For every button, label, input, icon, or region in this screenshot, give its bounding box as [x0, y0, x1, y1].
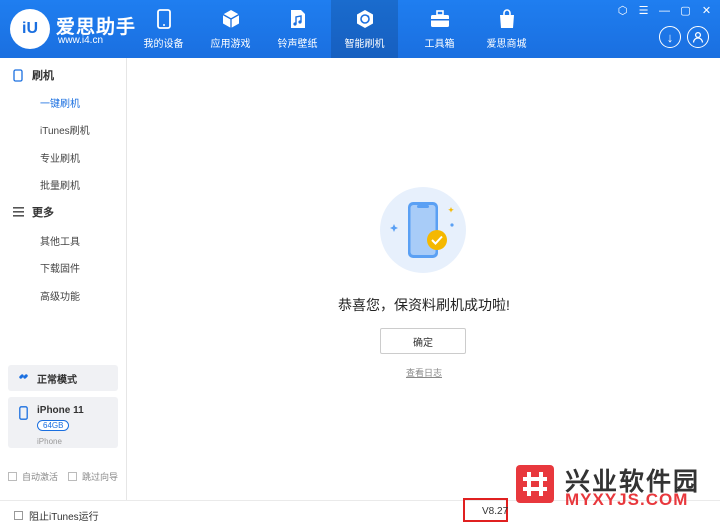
phone-outline-icon: [12, 68, 24, 82]
nav-label: 爱思商城: [486, 39, 527, 50]
brand-url: www.i4.cn: [58, 35, 104, 46]
watermark-subtitle: MYXYJS.COM: [565, 490, 689, 509]
shopping-bag-icon: [496, 8, 518, 30]
device-mode: 正常模式: [8, 365, 118, 391]
device-type: iPhone: [37, 437, 62, 446]
nav-my-device[interactable]: 我的设备: [130, 0, 197, 58]
phone-icon: [153, 8, 175, 30]
nav-label: 我的设备: [143, 39, 184, 50]
sidebar-section-label: 更多: [32, 207, 54, 219]
checkbox-box: [68, 472, 77, 481]
user-icon[interactable]: [687, 26, 709, 48]
success-message: 恭喜您，保资料刷机成功啦!: [338, 297, 510, 313]
nav-label: 应用游戏: [210, 39, 251, 50]
watermark: 兴业软件园 MYXYJS.COM: [512, 462, 720, 510]
nav-label: 智能刷机: [344, 39, 385, 50]
minimize-icon[interactable]: —: [657, 4, 672, 19]
nav-store[interactable]: 爱思商城: [473, 0, 540, 58]
main-nav: 我的设备 应用游戏 铃声壁纸 智能刷机 工具箱 爱思商城: [130, 0, 540, 58]
storage-badge: 64GB: [37, 420, 70, 431]
device-name: iPhone 11: [37, 405, 84, 416]
phone-check-icon: [390, 202, 454, 258]
toolbox-icon: [429, 8, 451, 30]
window-controls: ⬡ ☰ — ▢ ✕: [615, 4, 714, 19]
success-illustration: [380, 187, 466, 273]
checkbox-label: 跳过向导: [82, 472, 119, 482]
download-icon[interactable]: ↓: [659, 26, 681, 48]
auto-activate-checkbox[interactable]: 自动激活: [8, 470, 58, 483]
sidebar-item-itunes-flash[interactable]: iTunes刷机: [40, 122, 90, 137]
skin-icon[interactable]: ⬡: [615, 4, 630, 19]
cube-icon: [220, 8, 242, 30]
version-label: V8.27: [463, 498, 508, 522]
sidebar-item-batch-flash[interactable]: 批量刷机: [40, 177, 80, 192]
skip-guide-checkbox[interactable]: 跳过向导: [68, 470, 118, 483]
maximize-icon[interactable]: ▢: [678, 4, 693, 19]
close-icon[interactable]: ✕: [699, 4, 714, 19]
music-file-icon: [287, 8, 309, 30]
sidebar-item-advanced[interactable]: 高级功能: [40, 288, 80, 303]
main-panel: [128, 58, 720, 524]
sidebar-section-more[interactable]: 更多: [12, 204, 54, 220]
sidebar-section-flash[interactable]: 刷机: [12, 67, 54, 83]
device-card[interactable]: iPhone 11 64GB iPhone: [8, 397, 118, 448]
sidebar-item-pro-flash[interactable]: 专业刷机: [40, 150, 80, 165]
sidebar: 刷机 一键刷机 iTunes刷机 专业刷机 批量刷机 更多 其他工具 下载固件 …: [0, 58, 127, 524]
nav-label: 工具箱: [424, 39, 455, 50]
nav-apps-games[interactable]: 应用游戏: [197, 0, 264, 58]
checkbox-box: [14, 511, 23, 520]
checkbox-label: 阻止iTunes运行: [29, 512, 99, 523]
app-logo-icon: iU: [10, 9, 50, 49]
link-icon: [18, 371, 29, 385]
menu-lines-icon: [12, 206, 24, 218]
hash-logo-icon: [516, 465, 554, 503]
nav-ringtones-wallpapers[interactable]: 铃声壁纸: [264, 0, 331, 58]
device-mode-label: 正常模式: [37, 374, 77, 386]
sidebar-section-label: 刷机: [32, 70, 54, 82]
top-bar: iU 爱思助手 www.i4.cn 我的设备 应用游戏 铃声壁纸 智能刷机 工具…: [0, 0, 720, 58]
checkbox-label: 自动激活: [22, 472, 59, 482]
sidebar-item-other-tools[interactable]: 其他工具: [40, 233, 80, 248]
checkbox-box: [8, 472, 17, 481]
sidebar-item-download-firmware[interactable]: 下载固件: [40, 260, 80, 275]
view-log-link[interactable]: 查看日志: [128, 366, 720, 379]
sidebar-item-one-click-flash[interactable]: 一键刷机: [40, 95, 80, 110]
menu-icon[interactable]: ☰: [636, 4, 651, 19]
nav-toolbox[interactable]: 工具箱: [406, 0, 473, 58]
iphone-icon: [19, 406, 28, 423]
refresh-icon: [354, 8, 376, 30]
nav-label: 铃声壁纸: [277, 39, 318, 50]
confirm-button[interactable]: 确定: [380, 328, 466, 354]
nav-smart-flash[interactable]: 智能刷机: [331, 0, 398, 58]
block-itunes-checkbox[interactable]: 阻止iTunes运行: [14, 508, 99, 523]
